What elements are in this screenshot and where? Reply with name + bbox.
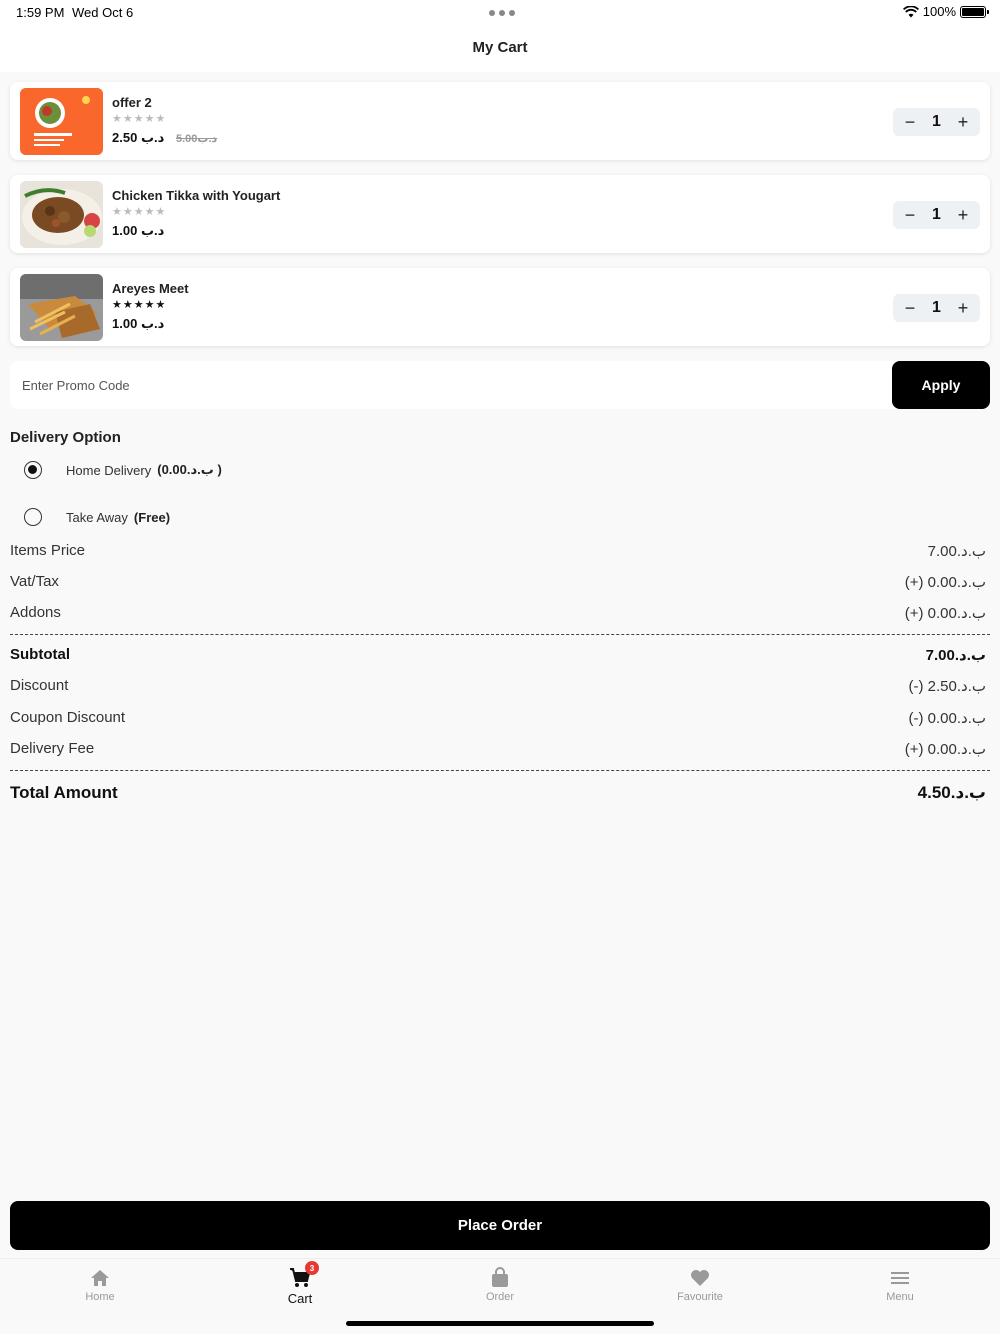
plus-icon[interactable]: + bbox=[954, 206, 972, 224]
option-extra: (Free) bbox=[133, 509, 171, 525]
battery-icon bbox=[960, 5, 989, 18]
home-indicator[interactable] bbox=[346, 1321, 654, 1326]
radio-checked-icon[interactable] bbox=[24, 461, 42, 479]
discount-value: (-) 2.50.ب.د bbox=[908, 678, 986, 695]
items-price-label: Items Price bbox=[10, 542, 86, 559]
item-image-chicken-tikka bbox=[20, 181, 103, 248]
total-label: Total Amount bbox=[10, 783, 118, 802]
items-price-row: Items Price 7.00.ب.د bbox=[10, 542, 990, 560]
discount-row: Discount (-) 2.50.ب.د bbox=[10, 677, 990, 695]
nav-menu-label: Menu bbox=[886, 1291, 914, 1303]
item-name: offer 2 bbox=[112, 95, 152, 110]
quantity-value: 1 bbox=[932, 299, 941, 316]
addons-row: Addons (+) 0.00.ب.د bbox=[10, 604, 990, 622]
subtotal-label: Subtotal bbox=[10, 646, 70, 663]
place-order-button[interactable]: Place Order bbox=[10, 1201, 990, 1250]
plus-icon[interactable]: + bbox=[954, 299, 972, 317]
minus-icon[interactable]: − bbox=[901, 299, 919, 317]
item-image-offer bbox=[20, 88, 103, 155]
hamburger-menu-icon bbox=[891, 1272, 909, 1284]
wifi-icon bbox=[902, 5, 919, 17]
page-title: My Cart bbox=[472, 39, 528, 56]
promo-code-box: Apply bbox=[10, 361, 990, 409]
status-bar: 1:59 PM Wed Oct 6 100% bbox=[0, 0, 1000, 26]
option-extra: (0.00.ب.د ) bbox=[157, 462, 222, 477]
total-amount-row: Total Amount 4.50.ب.د bbox=[10, 783, 990, 803]
shopping-bag-icon bbox=[492, 1267, 508, 1287]
nav-home[interactable]: Home bbox=[0, 1267, 200, 1303]
total-value: 4.50.ب.د bbox=[917, 783, 986, 802]
battery-percent: 100% bbox=[922, 4, 956, 19]
subtotal-value: 7.00.ب.د bbox=[925, 647, 986, 664]
take-away-option[interactable]: Take Away (Free) bbox=[24, 508, 170, 526]
coupon-discount-row: Coupon Discount (-) 0.00.ب.د bbox=[10, 709, 990, 727]
item-name: Chicken Tikka with Yougart bbox=[112, 188, 281, 203]
radio-unchecked-icon[interactable] bbox=[24, 508, 42, 526]
delivery-option-title: Delivery Option bbox=[10, 429, 121, 446]
items-price-value: 7.00.ب.د bbox=[927, 543, 986, 560]
rating-stars: ★★★★★ bbox=[112, 206, 167, 218]
plus-icon[interactable]: + bbox=[954, 113, 972, 131]
status-indicators: 100% bbox=[902, 4, 989, 19]
vat-value: (+) 0.00.ب.د bbox=[904, 574, 986, 591]
addons-label: Addons bbox=[10, 604, 61, 621]
quantity-value: 1 bbox=[932, 206, 941, 223]
quantity-value: 1 bbox=[932, 113, 941, 130]
header: My Cart bbox=[0, 26, 1000, 72]
apply-button[interactable]: Apply bbox=[892, 361, 990, 409]
minus-icon[interactable]: − bbox=[901, 206, 919, 224]
vat-label: Vat/Tax bbox=[10, 573, 59, 590]
rating-stars: ★★★★★ bbox=[112, 113, 167, 125]
cart-item: Areyes Meet ★★★★★ 1.00 د.ب − 1 + bbox=[10, 268, 990, 346]
nav-favourite-label: Favourite bbox=[677, 1291, 723, 1303]
discount-label: Discount bbox=[10, 677, 69, 694]
divider bbox=[10, 634, 990, 635]
coupon-value: (-) 0.00.ب.د bbox=[908, 710, 986, 727]
minus-icon[interactable]: − bbox=[901, 113, 919, 131]
nav-order[interactable]: Order bbox=[400, 1267, 600, 1303]
delivery-fee-row: Delivery Fee (+) 0.00.ب.د bbox=[10, 740, 990, 758]
item-name: Areyes Meet bbox=[112, 281, 189, 296]
cart-item: offer 2 ★★★★★ 2.50 د.ب 5.00د.ب − 1 + bbox=[10, 82, 990, 160]
quantity-stepper: − 1 + bbox=[893, 201, 980, 229]
home-icon bbox=[91, 1270, 109, 1286]
quantity-stepper: − 1 + bbox=[893, 108, 980, 136]
vat-row: Vat/Tax (+) 0.00.ب.د bbox=[10, 573, 990, 591]
subtotal-row: Subtotal 7.00.ب.د bbox=[10, 646, 990, 664]
item-image-areyes bbox=[20, 274, 103, 341]
home-delivery-option[interactable]: Home Delivery (0.00.ب.د ) bbox=[24, 461, 222, 479]
heart-icon bbox=[691, 1270, 709, 1286]
nav-favourite[interactable]: Favourite bbox=[600, 1267, 800, 1303]
option-label: Take Away bbox=[66, 509, 128, 525]
delivery-fee-value: (+) 0.00.ب.د bbox=[904, 741, 986, 758]
addons-value: (+) 0.00.ب.د bbox=[904, 605, 986, 622]
status-time: 1:59 PM bbox=[16, 5, 65, 20]
divider bbox=[10, 770, 990, 771]
nav-home-label: Home bbox=[85, 1291, 115, 1303]
delivery-fee-label: Delivery Fee bbox=[10, 740, 95, 757]
nav-menu[interactable]: Menu bbox=[800, 1267, 1000, 1303]
item-price: 1.00 د.ب bbox=[112, 316, 165, 331]
item-price: 2.50 د.ب bbox=[112, 130, 165, 145]
item-old-price: 5.00د.ب bbox=[176, 133, 218, 145]
quantity-stepper: − 1 + bbox=[893, 294, 980, 322]
cart-item: Chicken Tikka with Yougart ★★★★★ 1.00 د.… bbox=[10, 175, 990, 253]
nav-cart[interactable]: 3 Cart bbox=[200, 1261, 400, 1306]
nav-cart-label: Cart bbox=[287, 1291, 313, 1306]
coupon-label: Coupon Discount bbox=[10, 709, 126, 726]
promo-code-input[interactable] bbox=[10, 361, 892, 409]
multitasking-dots-icon[interactable] bbox=[489, 10, 515, 16]
option-label: Home Delivery bbox=[66, 462, 152, 478]
rating-stars: ★★★★★ bbox=[112, 299, 167, 311]
cart-badge: 3 bbox=[305, 1261, 319, 1275]
status-date: Wed Oct 6 bbox=[72, 5, 134, 20]
cart-icon: 3 bbox=[289, 1261, 319, 1289]
item-price: 1.00 د.ب bbox=[112, 223, 165, 238]
nav-order-label: Order bbox=[485, 1291, 515, 1303]
